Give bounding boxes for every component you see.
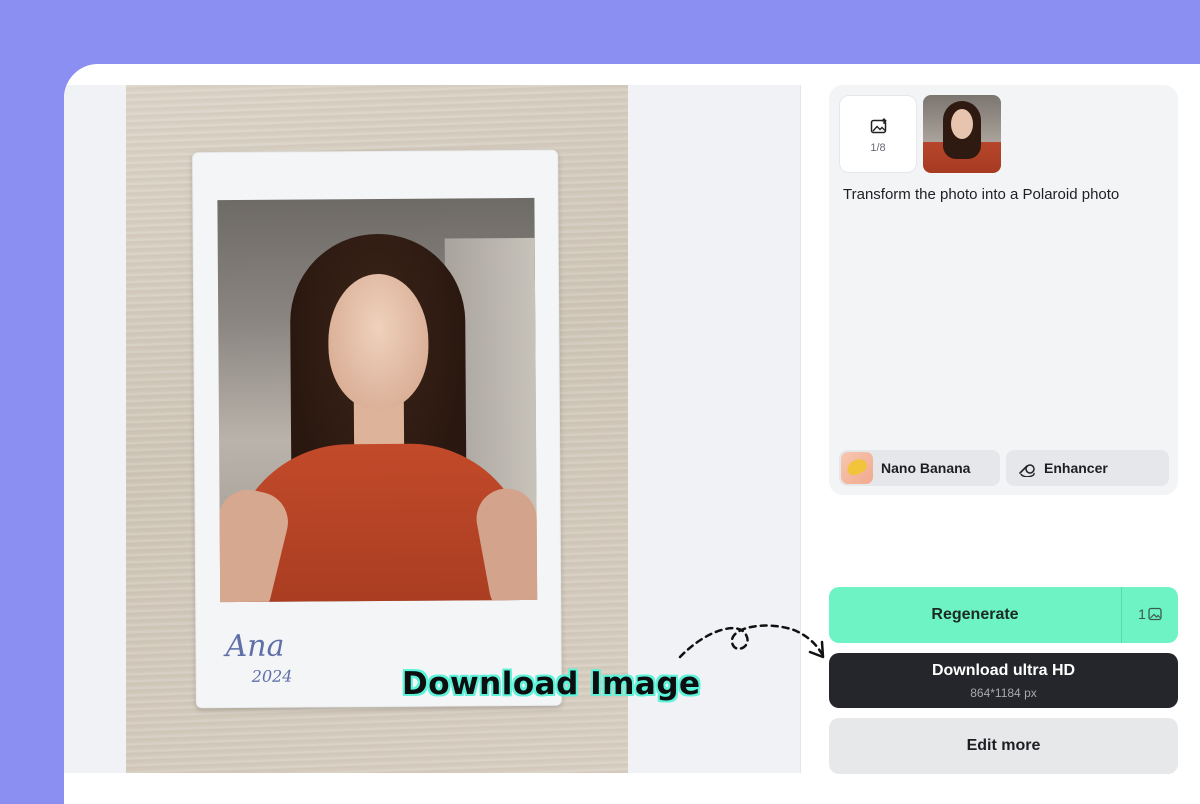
svg-text:Ana: Ana bbox=[222, 629, 284, 664]
edit-label: Edit more bbox=[966, 737, 1041, 754]
enhancer-toggle[interactable]: Enhancer bbox=[1006, 450, 1169, 486]
reference-image-thumbnail[interactable] bbox=[923, 95, 1001, 173]
edit-more-button[interactable]: Edit more bbox=[829, 718, 1178, 774]
download-label: Download ultra HD bbox=[931, 662, 1076, 679]
portrait-photo bbox=[217, 197, 538, 603]
handwritten-signature: Ana 2024 bbox=[222, 629, 293, 686]
svg-text:2024: 2024 bbox=[251, 667, 293, 686]
enhancer-icon bbox=[1019, 464, 1035, 477]
app-window: Ana 2024 Download Image 1/8 Transform th… bbox=[64, 64, 1200, 804]
upload-image-button[interactable]: 1/8 bbox=[839, 95, 917, 173]
prompt-text[interactable]: Transform the photo into a Polaroid phot… bbox=[843, 186, 1119, 203]
dashed-arrow-icon bbox=[678, 624, 825, 659]
image-upload-icon bbox=[870, 118, 887, 134]
model-selector[interactable]: Nano Banana bbox=[839, 450, 1000, 486]
regenerate-cost: 1 bbox=[1122, 606, 1178, 622]
banana-icon bbox=[841, 452, 873, 484]
polaroid-frame: Ana 2024 bbox=[192, 149, 562, 709]
prompt-panel: 1/8 Transform the photo into a Polaroid … bbox=[829, 85, 1178, 495]
download-ultra-hd-button[interactable]: Download ultra HD 864*1184 px bbox=[829, 653, 1178, 708]
tool-label: Enhancer bbox=[1044, 460, 1108, 476]
regenerate-label: Regenerate bbox=[931, 606, 1019, 623]
image-credit-icon bbox=[1148, 607, 1162, 621]
upload-count: 1/8 bbox=[870, 142, 886, 154]
download-size: 864*1184 px bbox=[970, 686, 1037, 700]
download-image-callout: Download Image bbox=[402, 666, 701, 702]
regenerate-button[interactable]: Regenerate 1 bbox=[829, 587, 1178, 643]
model-label: Nano Banana bbox=[881, 460, 971, 476]
